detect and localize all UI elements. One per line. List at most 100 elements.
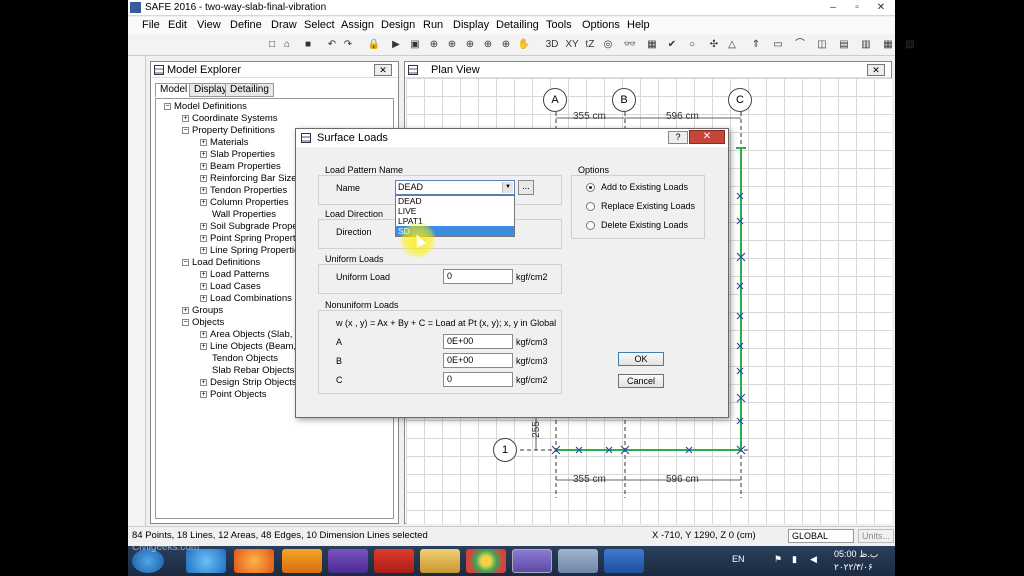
expand-icon[interactable]: + bbox=[200, 138, 207, 146]
tree-node[interactable]: + Area Objects (Slab, Wa bbox=[200, 329, 309, 340]
collapse-icon[interactable]: − bbox=[182, 126, 189, 134]
tree-node[interactable]: + Slab Properties bbox=[200, 149, 275, 160]
tray-flag-icon[interactable]: ⚑ bbox=[774, 554, 782, 565]
expand-icon[interactable]: + bbox=[200, 186, 207, 194]
expand-icon[interactable]: + bbox=[200, 282, 207, 290]
uniform-load-input[interactable]: 0 bbox=[443, 269, 513, 284]
tab-detailing[interactable]: Detailing bbox=[225, 83, 274, 97]
menu-help[interactable]: Help bbox=[627, 19, 650, 31]
expand-icon[interactable]: + bbox=[200, 234, 207, 242]
check-icon[interactable]: ✔ bbox=[664, 37, 680, 53]
calculator-icon[interactable] bbox=[558, 549, 598, 573]
expand-icon[interactable]: + bbox=[200, 330, 207, 338]
expand-icon[interactable]: + bbox=[200, 378, 207, 386]
expand-icon[interactable]: + bbox=[200, 246, 207, 254]
tree-node[interactable]: + Point Objects bbox=[200, 389, 267, 400]
zoom-fit-icon[interactable]: ⊕ bbox=[480, 37, 496, 53]
load-pattern-select[interactable]: DEAD ▼ bbox=[395, 180, 515, 195]
radio-icon[interactable] bbox=[586, 202, 595, 212]
visual-studio-icon[interactable] bbox=[328, 549, 368, 573]
firefox-icon[interactable] bbox=[234, 549, 274, 573]
collapse-icon[interactable]: − bbox=[182, 318, 189, 326]
beam-icon[interactable]: ⌒ bbox=[792, 37, 808, 53]
slab-icon[interactable]: ▭ bbox=[770, 37, 786, 53]
chrome-icon[interactable] bbox=[466, 549, 506, 573]
dropdown-option-dead[interactable]: DEAD bbox=[396, 196, 514, 206]
menu-define[interactable]: Define bbox=[230, 19, 262, 31]
column-icon[interactable]: ◫ bbox=[814, 37, 830, 53]
expand-icon[interactable]: + bbox=[200, 342, 207, 350]
expand-icon[interactable]: + bbox=[200, 270, 207, 278]
dialog-close-button[interactable]: ✕ bbox=[689, 130, 725, 144]
media-player-icon[interactable] bbox=[282, 549, 322, 573]
layout-icon[interactable]: ▦ bbox=[880, 37, 896, 53]
tree-node[interactable]: Tendon Objects bbox=[200, 353, 278, 364]
zoom-out-icon[interactable]: ⊕ bbox=[498, 37, 514, 53]
collapse-icon[interactable]: − bbox=[164, 102, 171, 110]
menu-display[interactable]: Display bbox=[453, 19, 489, 31]
menu-assign[interactable]: Assign bbox=[341, 19, 374, 31]
tree-node[interactable]: + Load Cases bbox=[200, 281, 261, 292]
expand-icon[interactable]: + bbox=[182, 114, 189, 122]
close-window-button[interactable]: ✕ bbox=[870, 0, 892, 15]
open-icon[interactable]: ⌂ bbox=[279, 37, 295, 53]
tab-model[interactable]: Model bbox=[155, 83, 193, 97]
units-button[interactable]: Units... bbox=[858, 529, 894, 543]
tree-node[interactable]: + Groups bbox=[182, 305, 223, 316]
zoom-prev-icon[interactable]: ⊕ bbox=[462, 37, 478, 53]
view-3d-icon[interactable]: 3D bbox=[544, 37, 560, 53]
tree-node[interactable]: + Tendon Properties bbox=[200, 185, 287, 196]
clock-date[interactable]: ۲۰۲۲/۳/۰۶ bbox=[834, 562, 873, 573]
tree-node[interactable]: + Coordinate Systems bbox=[182, 113, 278, 124]
menu-detailing[interactable]: Detailing bbox=[496, 19, 539, 31]
help-button[interactable]: ? bbox=[668, 131, 688, 144]
tree-node[interactable]: + Column Properties bbox=[200, 197, 289, 208]
run-icon[interactable]: ▶ bbox=[388, 37, 404, 53]
grid-icon[interactable]: ▤ bbox=[836, 37, 852, 53]
ok-button[interactable]: OK bbox=[618, 352, 664, 366]
view-tz-icon[interactable]: tZ bbox=[582, 37, 598, 53]
redo-icon[interactable]: ↷ bbox=[340, 37, 356, 53]
menu-view[interactable]: View bbox=[197, 19, 221, 31]
expand-icon[interactable]: + bbox=[200, 162, 207, 170]
expand-icon[interactable]: + bbox=[200, 222, 207, 230]
perspective-icon[interactable]: ◎ bbox=[600, 37, 616, 53]
volume-icon[interactable]: ◀ bbox=[810, 554, 817, 565]
clock-time[interactable]: 05:00 ب.ظ bbox=[834, 549, 878, 560]
tree-node[interactable]: − Property Definitions bbox=[182, 125, 275, 136]
define-load-pattern-button[interactable]: ... bbox=[518, 180, 534, 195]
menu-file[interactable]: File bbox=[142, 19, 160, 31]
lock-icon[interactable]: 🔒 bbox=[366, 37, 382, 53]
menu-tools[interactable]: Tools bbox=[546, 19, 572, 31]
option-add-to-existing[interactable]: Add to Existing Loads bbox=[586, 182, 688, 193]
cancel-button[interactable]: Cancel bbox=[618, 374, 664, 388]
expand-icon[interactable]: + bbox=[200, 174, 207, 182]
glasses-icon[interactable]: 👓 bbox=[622, 37, 638, 53]
tree-node[interactable]: + Load Combinations bbox=[200, 293, 292, 304]
etabs-icon[interactable] bbox=[604, 549, 644, 573]
menu-design[interactable]: Design bbox=[381, 19, 415, 31]
view-xy-icon[interactable]: XY bbox=[564, 37, 580, 53]
plan-view-close-button[interactable]: ✕ bbox=[867, 64, 885, 76]
radio-icon[interactable] bbox=[586, 221, 595, 231]
arrow-up-icon[interactable]: ⇑ bbox=[748, 37, 764, 53]
menu-draw[interactable]: Draw bbox=[271, 19, 297, 31]
tree-node[interactable]: − Objects bbox=[182, 317, 224, 328]
pointer-icon[interactable]: ▣ bbox=[407, 37, 423, 53]
radio-selected-icon[interactable] bbox=[586, 183, 595, 193]
menu-select[interactable]: Select bbox=[304, 19, 335, 31]
option-delete-existing[interactable]: Delete Existing Loads bbox=[586, 220, 688, 231]
undo-icon[interactable]: ↶ bbox=[324, 37, 340, 53]
tree-node[interactable]: Wall Properties bbox=[200, 209, 276, 220]
zoom-in-icon[interactable]: ⊕ bbox=[426, 37, 442, 53]
new-icon[interactable]: □ bbox=[264, 37, 280, 53]
circle-icon[interactable]: ○ bbox=[684, 37, 700, 53]
tree-node[interactable]: + Materials bbox=[200, 137, 249, 148]
tree-node[interactable]: + Point Spring Properties bbox=[200, 233, 308, 244]
minimize-button[interactable]: – bbox=[822, 0, 844, 15]
report-icon[interactable]: ▧ bbox=[902, 37, 918, 53]
snap-icon[interactable]: ✣ bbox=[706, 37, 722, 53]
tree-node[interactable]: + Line Spring Properties bbox=[200, 245, 304, 256]
zoom-window-icon[interactable]: ⊕ bbox=[444, 37, 460, 53]
model-explorer-close-button[interactable]: ✕ bbox=[374, 64, 392, 76]
